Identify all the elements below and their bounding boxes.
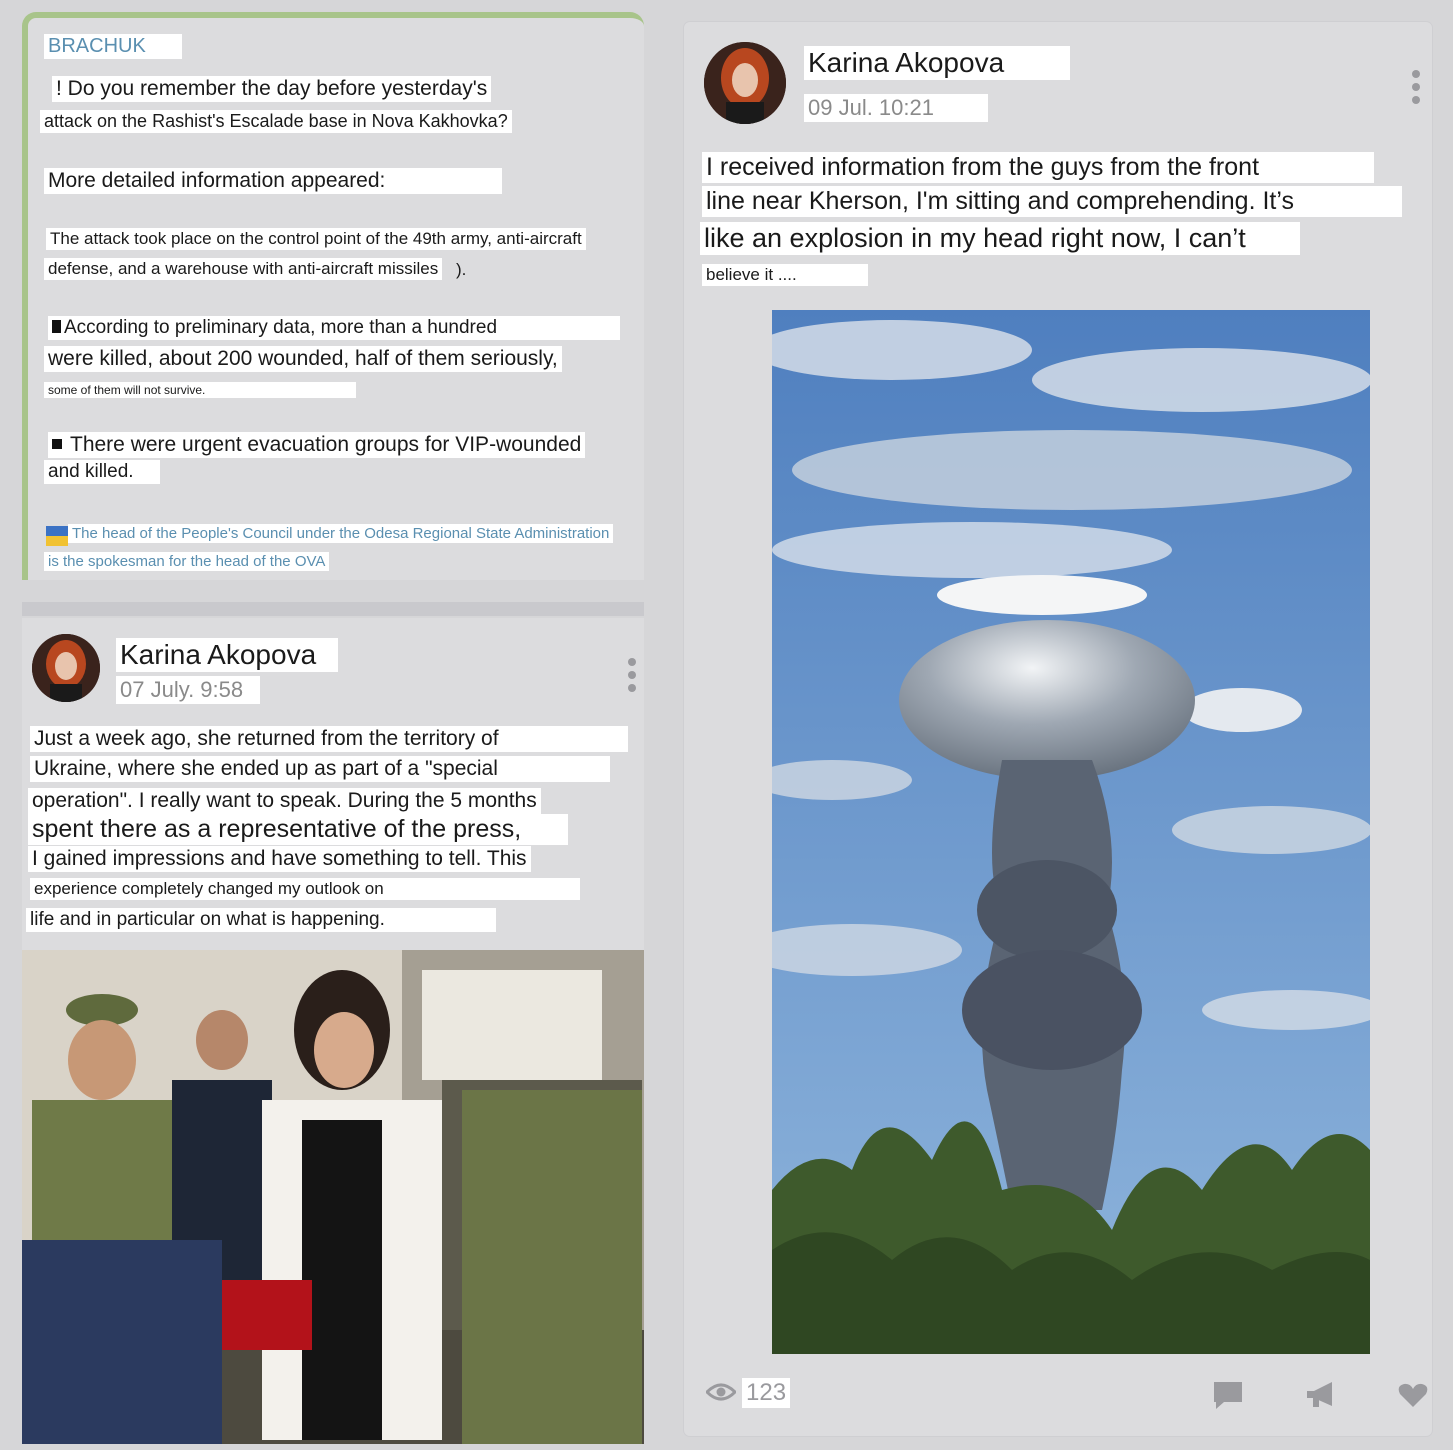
avatar-portrait-icon	[32, 634, 100, 702]
post-text-line: line near Kherson, I'm sitting and compr…	[702, 186, 1402, 217]
black-square-icon	[52, 439, 62, 449]
post-date[interactable]: 07 July. 9:58	[116, 676, 260, 704]
avatar-portrait-icon	[704, 42, 786, 124]
post-text-line: some of them will not survive.	[44, 382, 356, 398]
post-text-line: attack on the Rashist's Escalade base in…	[40, 110, 512, 133]
views-eye-icon	[704, 1382, 738, 1407]
more-options-icon[interactable]	[1412, 70, 1422, 109]
author-name[interactable]: Karina Akopova	[804, 46, 1070, 80]
share-megaphone-icon[interactable]	[1304, 1380, 1338, 1415]
post-card: Karina Akopova 09 Jul. 10:21 I received …	[684, 22, 1432, 1436]
award-ceremony-photo[interactable]	[22, 950, 644, 1444]
post-text-line: I received information from the guys fro…	[702, 152, 1374, 183]
views-count: 123	[742, 1378, 791, 1408]
ukraine-flag-icon	[46, 526, 68, 546]
post-text-line: believe it ....	[702, 264, 868, 286]
post-text-line: More detailed information appeared:	[44, 168, 502, 194]
post-text-line: defense, and a warehouse with anti-aircr…	[44, 258, 443, 280]
author-name[interactable]: Karina Akopova	[116, 638, 338, 672]
post-text-line: I gained impressions and have something …	[28, 846, 531, 872]
post-text-line: The attack took place on the control poi…	[46, 228, 586, 250]
post-card: Karina Akopova 07 July. 9:58 Just a week…	[22, 618, 644, 1444]
like-heart-icon[interactable]	[1398, 1382, 1428, 1413]
post-text-line: life and in particular on what is happen…	[26, 908, 496, 932]
post-link[interactable]: The head of the People's Council under t…	[68, 524, 614, 543]
post-text-line: There were urgent evacuation groups for …	[48, 432, 586, 458]
telegram-post-card: BRACHUK ! Do you remember the day before…	[22, 12, 644, 580]
post-text-line: Ukraine, where she ended up as part of a…	[30, 756, 610, 782]
mushroom-cloud-photo[interactable]	[772, 310, 1370, 1354]
post-text-line: Just a week ago, she returned from the t…	[30, 726, 628, 752]
post-text-fragment: ).	[456, 260, 467, 279]
post-text-line: spent there as a representative of the p…	[28, 814, 568, 845]
post-date[interactable]: 09 Jul. 10:21	[804, 94, 988, 122]
post-text-line: ! Do you remember the day before yesterd…	[52, 76, 492, 102]
post-text-line: like an explosion in my head right now, …	[700, 222, 1300, 255]
avatar[interactable]	[32, 634, 100, 702]
post-text-line: operation". I really want to speak. Duri…	[28, 788, 541, 814]
post-text-line: and killed.	[44, 460, 160, 484]
award-ceremony-photo-icon	[22, 950, 644, 1444]
black-square-icon	[52, 320, 61, 333]
comment-icon[interactable]	[1212, 1380, 1244, 1415]
divider	[22, 602, 644, 616]
post-text-line: According to preliminary data, more than…	[48, 316, 620, 340]
channel-name[interactable]: BRACHUK	[44, 34, 182, 59]
post-link[interactable]: is the spokesman for the head of the OVA	[44, 552, 330, 571]
mushroom-cloud-photo-icon	[772, 310, 1370, 1354]
more-options-icon[interactable]	[628, 658, 638, 697]
post-text-line: were killed, about 200 wounded, half of …	[44, 346, 562, 372]
post-text-line: experience completely changed my outlook…	[30, 878, 580, 900]
avatar[interactable]	[704, 42, 786, 124]
